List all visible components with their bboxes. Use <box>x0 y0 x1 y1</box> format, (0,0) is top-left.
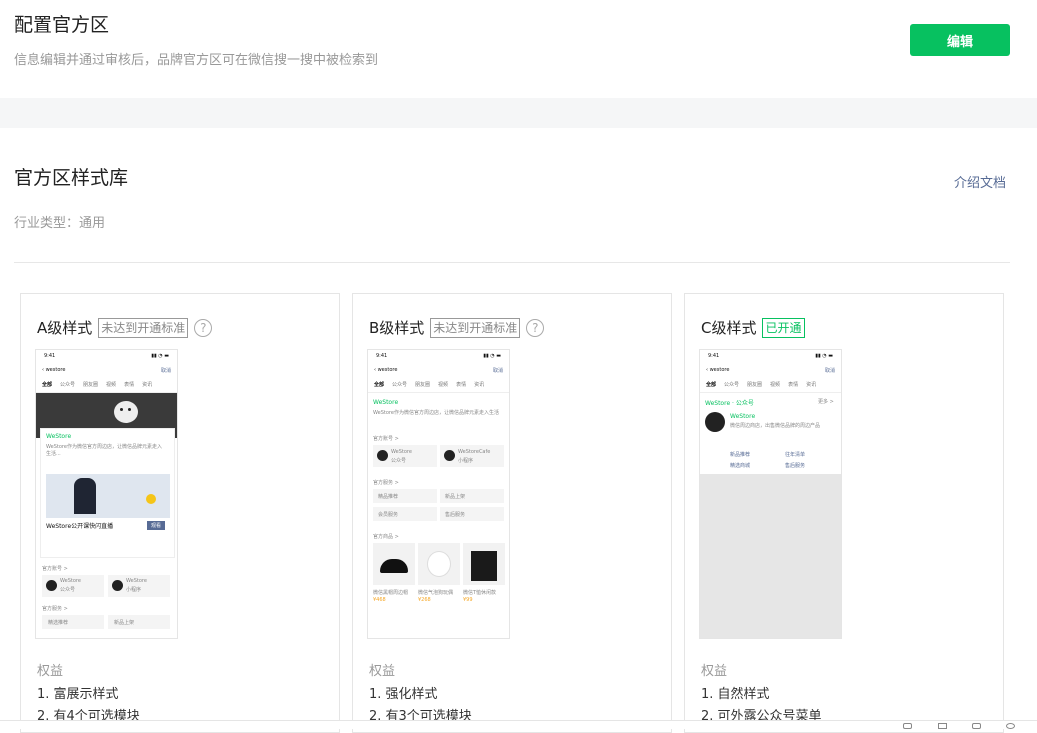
preview-body: WeStore WeStore作为微信官方周边店，让微信品牌元素走入生活... … <box>36 393 177 638</box>
phone-tabs: 全部 公众号 朋友圈 视频 表情 资讯 <box>368 379 509 393</box>
rights-label: 权益 <box>37 664 64 679</box>
phone-tabs: 全部 公众号 朋友圈 视频 表情 资讯 <box>700 379 841 393</box>
card-title: A级样式 <box>37 319 93 337</box>
card-head: B级样式 未达到开通标准 ? <box>369 317 545 338</box>
phone-tabs: 全部 公众号 朋友圈 视频 表情 资讯 <box>36 379 177 393</box>
divider <box>14 262 1010 263</box>
brand-card: WeStore WeStore作为微信官方周边店，让微信品牌元素走入生活... … <box>40 428 175 558</box>
phone-nav: ‹ westore 取消 <box>706 367 835 374</box>
preview-phone: 9:41 ▮▮ ◔ ▬ ‹ westore 取消 全部 公众号 朋友圈 视频 表情 资讯 We… <box>35 349 178 639</box>
style-card-a: A级样式 未达到开通标准 ? 9:41 ▮▮ ◔ ▬ ‹ westore 取消 全部… <box>20 293 340 733</box>
page-title: 配置官方区 <box>14 14 110 36</box>
style-card-b: B级样式 未达到开通标准 ? 9:41 ▮▮ ◔ ▬ ‹ westore 取消 全部… <box>352 293 672 733</box>
phone-status-bar: 9:41 ▮▮ ◔ ▬ <box>708 353 833 359</box>
card-head: C级样式 已开通 <box>701 317 805 338</box>
right-item: 1. 强化样式 <box>369 687 438 702</box>
share-icon[interactable] <box>938 723 947 729</box>
phone-nav: ‹ westore 取消 <box>374 367 503 374</box>
style-card-c: C级样式 已开通 9:41 ▮▮ ◔ ▬ ‹ westore 取消 全部 公众号 朋友圈… <box>684 293 1004 733</box>
preview-phone: 9:41 ▮▮ ◔ ▬ ‹ westore 取消 全部 公众号 朋友圈 视频 表情 资讯 We… <box>367 349 510 639</box>
status-badge: 未达到开通标准 <box>430 317 521 338</box>
card-title: C级样式 <box>701 319 757 337</box>
bookmark-icon[interactable] <box>972 723 981 729</box>
phone-status-bar: 9:41 ▮▮ ◔ ▬ <box>376 353 501 359</box>
preview-body: WeStore · 公众号 更多 > WeStore 微信周边商店，出售微信品牌… <box>700 393 841 638</box>
page-subtitle: 信息编辑并通过审核后，品牌官方区可在微信搜一搜中被检索到 <box>14 53 379 68</box>
bottom-toolbar <box>0 720 1037 729</box>
grey-area <box>700 474 841 638</box>
chat-icon[interactable] <box>903 723 912 729</box>
card-title: B级样式 <box>369 319 425 337</box>
right-item: 1. 富展示样式 <box>37 687 119 702</box>
comment-icon[interactable] <box>1006 723 1015 729</box>
intro-doc-link[interactable]: 介绍文档 <box>954 172 1006 191</box>
right-item: 1. 自然样式 <box>701 687 770 702</box>
help-icon[interactable]: ? <box>526 318 545 337</box>
industry-type: 行业类型：通用 <box>14 216 106 231</box>
goods-image <box>418 543 460 585</box>
library-title: 官方区样式库 <box>14 167 129 189</box>
rights-label: 权益 <box>369 664 396 679</box>
card-head: A级样式 未达到开通标准 ? <box>37 317 213 338</box>
goods-image <box>373 543 415 585</box>
phone-status-bar: 9:41 ▮▮ ◔ ▬ <box>44 353 169 359</box>
status-badge: 已开通 <box>762 317 805 338</box>
section-gap <box>0 98 1037 128</box>
phone-nav: ‹ westore 取消 <box>42 367 171 374</box>
preview-phone: 9:41 ▮▮ ◔ ▬ ‹ westore 取消 全部 公众号 朋友圈 视频 表情 资讯 We… <box>699 349 842 639</box>
status-badge: 未达到开通标准 <box>98 317 189 338</box>
config-section: 配置官方区 信息编辑并通过审核后，品牌官方区可在微信搜一搜中被检索到 编辑 <box>0 0 1037 98</box>
help-icon[interactable]: ? <box>194 318 213 337</box>
preview-body: WeStore WeStore作为微信官方周边店，让微信品牌元素走入生活 官方账… <box>368 393 509 638</box>
goods-image <box>463 543 505 585</box>
rights-label: 权益 <box>701 664 728 679</box>
edit-button[interactable]: 编辑 <box>910 24 1010 56</box>
live-banner <box>46 474 170 518</box>
